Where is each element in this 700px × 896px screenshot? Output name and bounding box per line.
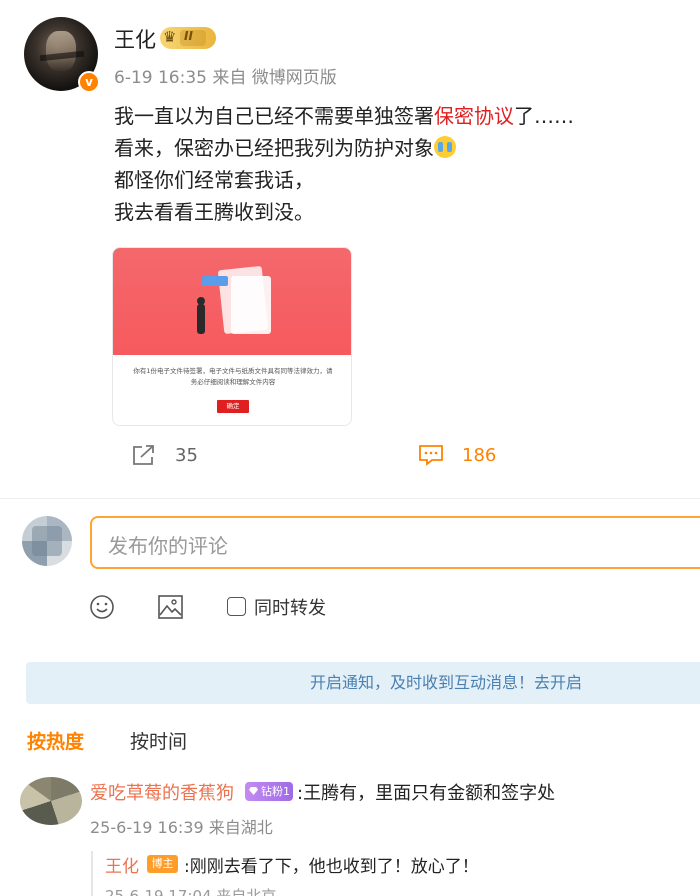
image-confirm-button: 确定 bbox=[217, 400, 249, 413]
person-illustration bbox=[197, 304, 205, 334]
share-icon bbox=[133, 445, 154, 465]
commenter-avatar[interactable] bbox=[20, 777, 82, 825]
repost-checkbox[interactable] bbox=[227, 597, 246, 616]
post-line-1-text: 我一直以为自己已经不需要单独签署 bbox=[114, 104, 434, 128]
user-avatar bbox=[22, 516, 72, 566]
comment-input[interactable]: 发布你的评论 bbox=[90, 516, 700, 569]
emoji-icon[interactable] bbox=[89, 594, 115, 620]
post-image[interactable]: 你有1份电子文件待签署，电子文件与纸质文件具有同等法律效力，请务必仔细阅读和理解… bbox=[112, 247, 352, 426]
post-line-2: 看来，保密办已经把我列为防护对象 bbox=[114, 132, 674, 164]
post-line-2-text: 看来，保密办已经把我列为防护对象 bbox=[114, 136, 434, 160]
comment-button[interactable]: 186 bbox=[418, 444, 496, 466]
reply-author-name[interactable]: 王化 bbox=[105, 852, 139, 877]
image-header bbox=[113, 248, 351, 355]
verified-badge-icon: v bbox=[78, 71, 100, 93]
fan-badge-label: 钻粉1 bbox=[261, 785, 290, 798]
host-badge: 博主 bbox=[147, 855, 178, 873]
post-line-3: 都怪你们经常套我话， bbox=[114, 168, 314, 192]
tab-sort-time[interactable]: 按时间 bbox=[130, 727, 187, 754]
comment-text: :王腾有，里面只有金额和签字处 bbox=[297, 783, 556, 804]
comment-meta: 25-6-19 16:39 来自湖北 bbox=[90, 818, 273, 837]
document-illustration-front bbox=[231, 276, 271, 334]
notification-banner[interactable]: 开启通知，及时收到互动消息！去开启 bbox=[26, 662, 700, 704]
crying-emoji-icon bbox=[434, 136, 456, 158]
document-tag bbox=[202, 276, 228, 286]
author-name[interactable]: 王化 bbox=[114, 24, 156, 54]
vip-badge[interactable]: ♛ II bbox=[160, 27, 216, 49]
topic-link[interactable]: 保密协议 bbox=[434, 104, 514, 128]
reply-meta: 25-6-19 17:04 来自北京 bbox=[105, 887, 277, 896]
post-line-1-tail: 了…… bbox=[514, 104, 574, 128]
comment-count: 186 bbox=[462, 444, 497, 466]
reply-divider bbox=[91, 851, 93, 896]
post-meta: 6-19 16:35 来自 微博网页版 bbox=[114, 68, 337, 88]
vip-level: II bbox=[184, 29, 193, 43]
post-line-4: 我去看看王腾收到没。 bbox=[114, 200, 314, 224]
comment-icon bbox=[419, 445, 443, 466]
commenter-name[interactable]: 爱吃草莓的香蕉狗 bbox=[90, 779, 234, 805]
image-upload-icon[interactable] bbox=[157, 594, 184, 620]
image-text: 你有1份电子文件待签署，电子文件与纸质文件具有同等法律效力，请务必仔细阅读和理解… bbox=[133, 367, 333, 386]
reply-text: :刚刚去看了下，他也收到了！放心了！ bbox=[184, 857, 479, 877]
divider bbox=[0, 498, 700, 499]
diamond-icon bbox=[249, 787, 258, 795]
fan-badge: 钻粉1 bbox=[245, 782, 293, 801]
crown-icon: ♛ bbox=[163, 28, 177, 46]
tab-sort-hot[interactable]: 按热度 bbox=[27, 727, 84, 754]
post-content: 我一直以为自己已经不需要单独签署保密协议了…… 看来，保密办已经把我列为防护对象… bbox=[114, 100, 674, 228]
repost-label[interactable]: 同时转发 bbox=[254, 594, 326, 620]
share-count: 35 bbox=[175, 444, 198, 466]
share-button[interactable]: 35 bbox=[131, 444, 198, 466]
post-line-1: 我一直以为自己已经不需要单独签署保密协议了…… bbox=[114, 100, 674, 132]
